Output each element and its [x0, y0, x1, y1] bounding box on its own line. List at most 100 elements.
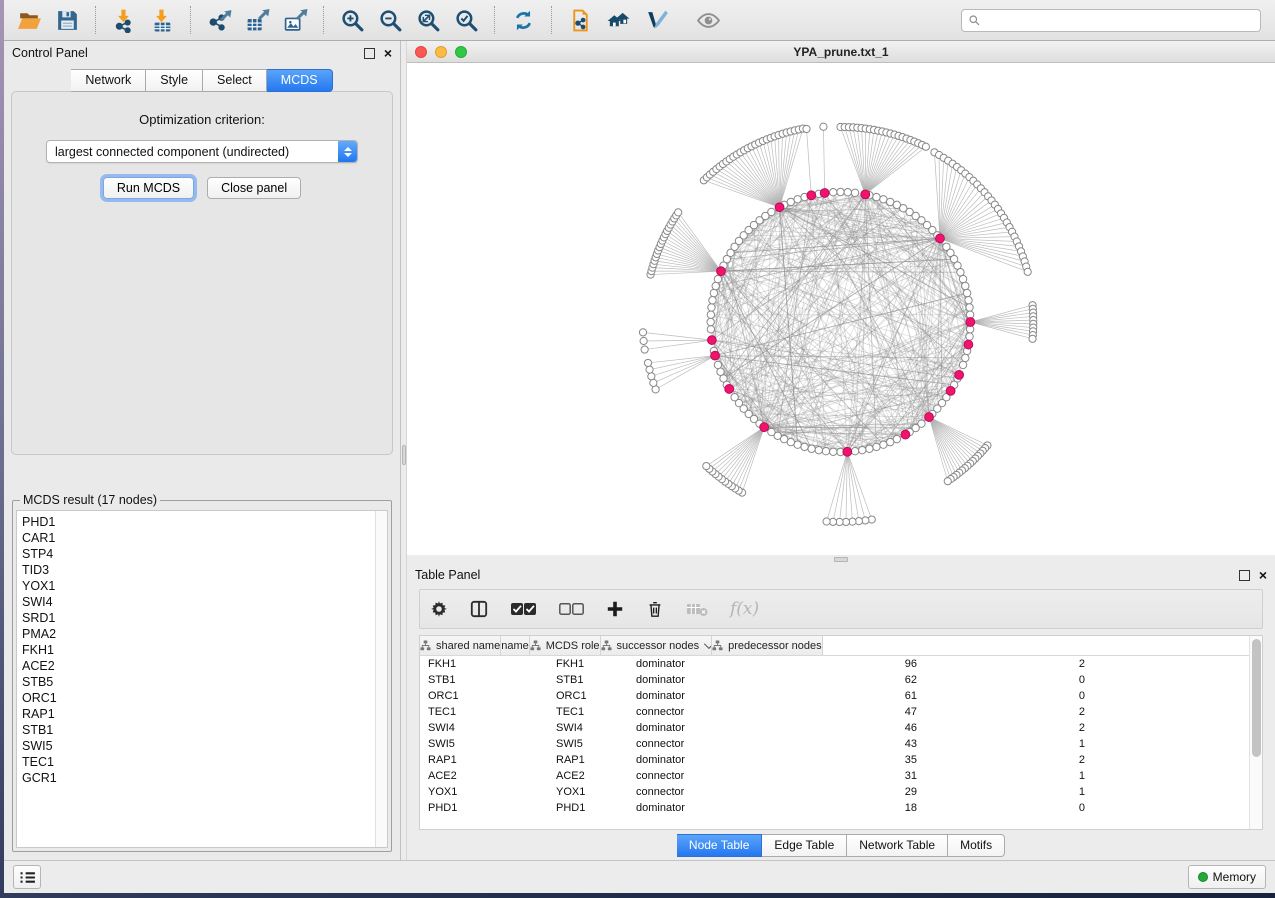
mcds-result-item[interactable]: TEC1 — [22, 754, 375, 770]
control-panel-tab[interactable]: Network — [71, 69, 146, 92]
cell-mcds-role[interactable]: dominator — [628, 690, 778, 702]
column-header[interactable]: shared name — [420, 636, 501, 655]
mcds-result-item[interactable]: FKH1 — [22, 642, 375, 658]
cell-shared-name[interactable]: SWI5 — [420, 738, 548, 750]
mcds-result-item[interactable]: PHD1 — [22, 514, 375, 530]
import-network-icon[interactable] — [107, 5, 141, 35]
cell-mcds-role[interactable]: connector — [628, 738, 778, 750]
mcds-result-item[interactable]: STB1 — [22, 722, 375, 738]
cell-name[interactable]: SWI4 — [548, 722, 628, 734]
cell-name[interactable]: YOX1 — [548, 786, 628, 798]
cell-name[interactable]: ACE2 — [548, 770, 628, 782]
cell-successor-nodes[interactable]: 46 — [778, 722, 926, 734]
cell-name[interactable]: PHD1 — [548, 802, 628, 814]
mcds-result-item[interactable]: YOX1 — [22, 578, 375, 594]
table-row[interactable]: TEC1 TEC1 connector 47 2 — [420, 704, 1249, 720]
cell-name[interactable]: RAP1 — [548, 754, 628, 766]
horizontal-splitter[interactable] — [407, 555, 1275, 563]
table-tab[interactable]: Edge Table — [762, 834, 847, 857]
select-all-columns-icon[interactable] — [510, 601, 536, 617]
table-row[interactable]: YOX1 YOX1 connector 29 1 — [420, 784, 1249, 800]
cell-mcds-role[interactable]: dominator — [628, 802, 778, 814]
float-panel-icon[interactable] — [1239, 570, 1250, 581]
cell-predecessor-nodes[interactable]: 1 — [926, 770, 1094, 782]
cell-successor-nodes[interactable]: 35 — [778, 754, 926, 766]
cell-predecessor-nodes[interactable]: 2 — [926, 706, 1094, 718]
zoom-out-icon[interactable] — [373, 5, 407, 35]
cell-successor-nodes[interactable]: 29 — [778, 786, 926, 798]
table-row[interactable]: ORC1 ORC1 dominator 61 0 — [420, 688, 1249, 704]
cell-mcds-role[interactable]: dominator — [628, 674, 778, 686]
function-builder-icon[interactable]: f(x) — [730, 599, 759, 619]
network-canvas[interactable] — [407, 63, 1275, 555]
memory-button[interactable]: Memory — [1188, 865, 1266, 889]
close-panel-button[interactable]: Close panel — [207, 177, 301, 199]
cell-name[interactable]: ORC1 — [548, 690, 628, 702]
cell-name[interactable]: TEC1 — [548, 706, 628, 718]
cell-shared-name[interactable]: STB1 — [420, 674, 548, 686]
graphics-details-eye-icon[interactable] — [691, 5, 725, 35]
table-row[interactable]: RAP1 RAP1 dominator 35 2 — [420, 752, 1249, 768]
cell-mcds-role[interactable]: connector — [628, 770, 778, 782]
column-header[interactable]: MCDS role — [530, 636, 601, 655]
cell-predecessor-nodes[interactable]: 2 — [926, 754, 1094, 766]
export-table-icon[interactable] — [240, 5, 274, 35]
cell-predecessor-nodes[interactable]: 1 — [926, 786, 1094, 798]
cell-shared-name[interactable]: SWI4 — [420, 722, 548, 734]
table-tab[interactable]: Motifs — [948, 834, 1005, 857]
table-tab[interactable]: Network Table — [847, 834, 948, 857]
zoom-in-icon[interactable] — [335, 5, 369, 35]
table-row[interactable]: SWI4 SWI4 dominator 46 2 — [420, 720, 1249, 736]
import-table-icon[interactable] — [145, 5, 179, 35]
cell-mcds-role[interactable]: dominator — [628, 754, 778, 766]
control-panel-tab[interactable]: Select — [203, 69, 267, 92]
network-search-field[interactable] — [961, 9, 1261, 32]
cell-predecessor-nodes[interactable]: 2 — [926, 722, 1094, 734]
cell-shared-name[interactable]: ORC1 — [420, 690, 548, 702]
window-minimize-icon[interactable] — [435, 46, 447, 58]
splitter-grip[interactable] — [834, 557, 848, 562]
table-scrollbar[interactable] — [1249, 636, 1262, 829]
scrollbar-thumb[interactable] — [1252, 639, 1261, 757]
show-columns-icon[interactable] — [470, 600, 488, 618]
search-input[interactable] — [985, 13, 1254, 27]
settings-gear-icon[interactable] — [430, 600, 448, 618]
window-close-icon[interactable] — [415, 46, 427, 58]
cell-predecessor-nodes[interactable]: 1 — [926, 738, 1094, 750]
unselect-all-columns-icon[interactable] — [558, 601, 584, 617]
mcds-result-item[interactable]: PMA2 — [22, 626, 375, 642]
zoom-fit-icon[interactable] — [411, 5, 445, 35]
cell-shared-name[interactable]: PHD1 — [420, 802, 548, 814]
splitter-grip[interactable] — [402, 445, 406, 465]
table-row[interactable]: STB1 STB1 dominator 62 0 — [420, 672, 1249, 688]
table-tab[interactable]: Node Table — [677, 834, 763, 857]
cell-shared-name[interactable]: FKH1 — [420, 658, 548, 670]
table-row[interactable]: PHD1 PHD1 dominator 18 0 — [420, 800, 1249, 816]
control-panel-tab[interactable]: MCDS — [267, 69, 333, 92]
mcds-result-item[interactable]: SWI4 — [22, 594, 375, 610]
cell-shared-name[interactable]: RAP1 — [420, 754, 548, 766]
open-file-icon[interactable] — [12, 5, 46, 35]
cell-successor-nodes[interactable]: 47 — [778, 706, 926, 718]
close-panel-icon[interactable]: × — [384, 48, 392, 59]
mcds-result-item[interactable]: STB5 — [22, 674, 375, 690]
mcds-list-scrollbar[interactable] — [375, 511, 387, 847]
zoom-selected-icon[interactable] — [449, 5, 483, 35]
mcds-result-item[interactable]: ACE2 — [22, 658, 375, 674]
table-row[interactable]: SWI5 SWI5 connector 43 1 — [420, 736, 1249, 752]
cell-mcds-role[interactable]: dominator — [628, 658, 778, 670]
cell-successor-nodes[interactable]: 43 — [778, 738, 926, 750]
optimization-criterion-select[interactable]: largest connected component (undirected) — [46, 140, 358, 163]
cell-predecessor-nodes[interactable]: 0 — [926, 802, 1094, 814]
run-mcds-button[interactable]: Run MCDS — [103, 177, 194, 199]
cell-predecessor-nodes[interactable]: 0 — [926, 690, 1094, 702]
vizmapper-icon[interactable] — [639, 5, 673, 35]
cell-shared-name[interactable]: YOX1 — [420, 786, 548, 798]
share-document-icon[interactable] — [563, 5, 597, 35]
apply-layout-icon[interactable] — [506, 5, 540, 35]
cell-name[interactable]: FKH1 — [548, 658, 628, 670]
cell-mcds-role[interactable]: connector — [628, 706, 778, 718]
show-panels-list-icon[interactable] — [13, 865, 41, 889]
mcds-result-item[interactable]: GCR1 — [22, 770, 375, 786]
mcds-result-item[interactable]: STP4 — [22, 546, 375, 562]
